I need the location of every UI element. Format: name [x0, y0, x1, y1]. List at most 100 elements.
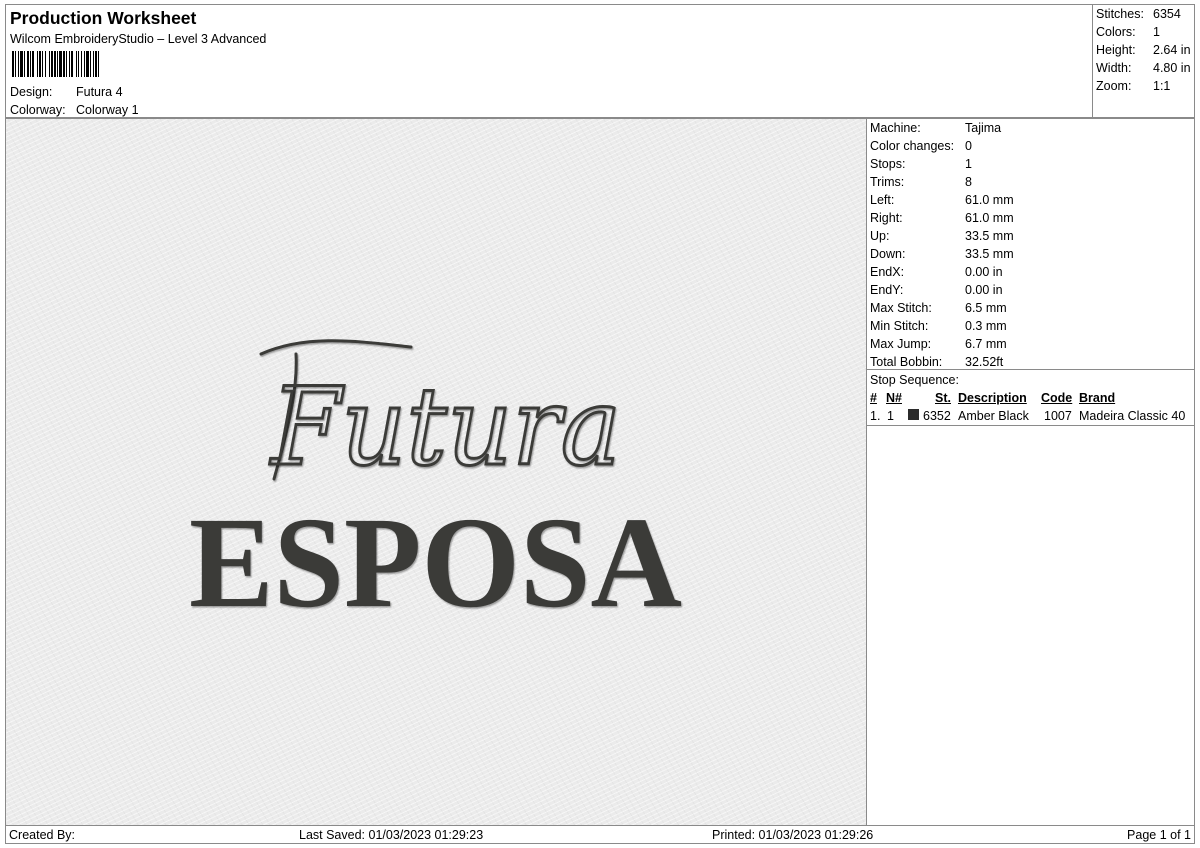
stitches-label: Stitches: [1096, 7, 1144, 21]
detail-value: 0.3 mm [965, 319, 1007, 333]
barcode-bar [86, 51, 89, 77]
worksheet-footer: Created By: Last Saved: 01/03/2023 01:29… [5, 825, 1195, 844]
design-name-row: Design: Futura 4 [10, 85, 123, 99]
detail-label: Up: [870, 229, 890, 243]
barcode-bar [66, 51, 67, 77]
barcode-bar [57, 51, 58, 77]
detail-row: Max Jump: 6.7 mm [870, 337, 1007, 351]
detail-value: 33.5 mm [965, 229, 1014, 243]
last-saved: Last Saved: 01/03/2023 01:29:23 [299, 828, 484, 842]
colors-value: 1 [1153, 25, 1160, 39]
barcode-bar [37, 51, 38, 77]
stop-sequence-label: Stop Sequence: [870, 373, 959, 387]
detail-label: Min Stitch: [870, 319, 929, 333]
colors-row: Colors: 1 [1096, 25, 1160, 39]
col-header-stitches: St. [935, 391, 951, 405]
zoom-label: Zoom: [1096, 79, 1132, 93]
barcode-bar [90, 51, 91, 77]
detail-row: Max Stitch: 6.5 mm [870, 301, 1007, 315]
barcode-bar [30, 51, 31, 77]
detail-value: 6.7 mm [965, 337, 1007, 351]
barcode-image [12, 51, 99, 77]
colorway-label: Colorway: [10, 103, 66, 117]
thread-color-swatch [908, 409, 919, 420]
barcode-bar [76, 51, 77, 77]
barcode-bar [12, 51, 14, 77]
detail-value: 61.0 mm [965, 193, 1014, 207]
colors-label: Colors: [1096, 25, 1136, 39]
detail-value: 0.00 in [965, 265, 1003, 279]
detail-label: Machine: [870, 121, 921, 135]
detail-value: 32.52ft [965, 355, 1004, 369]
stop-row-code: 1007 [1044, 409, 1072, 423]
detail-value: 0.00 in [965, 283, 1003, 297]
printed-date: Printed: 01/03/2023 01:29:26 [712, 828, 874, 842]
detail-label: Down: [870, 247, 906, 261]
divider [867, 425, 1194, 426]
col-header-description: Description [958, 391, 1027, 405]
height-value: 2.64 in [1153, 43, 1191, 57]
col-header-num: # [870, 391, 877, 405]
design-value: Futura 4 [76, 85, 123, 99]
worksheet-header: Production Worksheet Wilcom EmbroiderySt… [5, 4, 1195, 118]
detail-row: Left: 61.0 mm [870, 193, 1014, 207]
zoom-row: Zoom: 1:1 [1096, 79, 1170, 93]
barcode-bar [84, 51, 85, 77]
barcode-bar [71, 51, 73, 77]
page-number: Page 1 of 1 [1127, 828, 1191, 842]
stop-row-num: 1. [870, 409, 881, 423]
barcode-bar [63, 51, 65, 77]
col-header-needle: N# [886, 391, 902, 405]
detail-row: Down: 33.5 mm [870, 247, 1014, 261]
design-script-text: Futura [269, 365, 621, 490]
col-header-brand: Brand [1079, 391, 1116, 405]
detail-label: Trims: [870, 175, 905, 189]
detail-value: 0 [965, 139, 972, 153]
detail-row: EndY: 0.00 in [870, 283, 1003, 297]
barcode-bar [98, 51, 99, 77]
detail-value: 33.5 mm [965, 247, 1014, 261]
barcode-bar [45, 51, 46, 77]
detail-value: 6.5 mm [965, 301, 1007, 315]
barcode-bar [20, 51, 23, 77]
barcode-bar [42, 51, 43, 77]
detail-row: Total Bobbin: 32.52ft [870, 355, 1003, 369]
barcode-bar [39, 51, 41, 77]
height-label: Height: [1096, 43, 1136, 57]
detail-row: EndX: 0.00 in [870, 265, 1003, 279]
zoom-value: 1:1 [1153, 79, 1171, 93]
design-serif-text: ESPOSA [189, 491, 682, 635]
barcode-bar [24, 51, 25, 77]
detail-label: EndY: [870, 283, 904, 297]
stitches-value: 6354 [1153, 7, 1181, 21]
detail-label: Total Bobbin: [870, 355, 943, 369]
barcode-bar [51, 51, 53, 77]
detail-label: EndX: [870, 265, 905, 279]
barcode-bar [32, 51, 34, 77]
detail-label: Max Stitch: [870, 301, 932, 315]
stop-row-stitches: 6352 [923, 409, 951, 423]
colorway-row: Colorway: Colorway 1 [10, 103, 139, 117]
detail-row: Color changes: 0 [870, 139, 972, 153]
divider [867, 369, 1194, 370]
detail-row: Stops: 1 [870, 157, 972, 171]
col-header-code: Code [1041, 391, 1073, 405]
detail-label: Max Jump: [870, 337, 932, 351]
detail-label: Right: [870, 211, 903, 225]
barcode-bar [95, 51, 97, 77]
stop-row-brand: Madeira Classic 40 [1079, 409, 1186, 423]
detail-row: Min Stitch: 0.3 mm [870, 319, 1007, 333]
width-label: Width: [1096, 61, 1132, 75]
barcode-bar [27, 51, 29, 77]
design-label: Design: [10, 85, 53, 99]
detail-value: 8 [965, 175, 972, 189]
detail-row: Trims: 8 [870, 175, 972, 189]
detail-row: Machine: Tajima [870, 121, 1001, 135]
barcode-bar [78, 51, 79, 77]
stop-row-description: Amber Black [958, 409, 1029, 423]
barcode-bar [93, 51, 94, 77]
barcode-bar [69, 51, 70, 77]
colorway-value: Colorway 1 [76, 103, 139, 117]
design-preview: Futura ESPOSA [5, 118, 867, 826]
barcode-bar [54, 51, 56, 77]
